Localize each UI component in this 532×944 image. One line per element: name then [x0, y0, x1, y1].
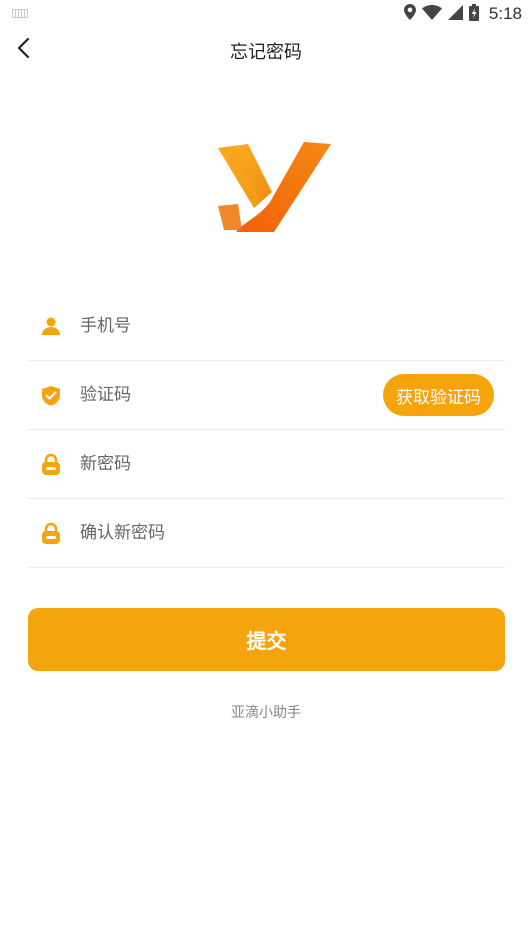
confirm-password-row: [28, 499, 505, 568]
title-bar: 忘记密码: [0, 28, 532, 72]
code-row: 获取验证码: [28, 361, 505, 430]
confirm-password-input[interactable]: [80, 523, 370, 543]
lock-icon: [40, 522, 62, 544]
code-input[interactable]: [80, 385, 370, 405]
shield-check-icon: [40, 384, 62, 406]
submit-button[interactable]: 提交: [28, 608, 505, 671]
keyboard-icon: [12, 9, 28, 18]
page-title: 忘记密码: [230, 42, 302, 63]
status-bar: 5:18: [0, 0, 532, 28]
y-logo-icon: [218, 142, 331, 232]
new-password-row: [28, 430, 505, 499]
wifi-icon: [421, 4, 442, 24]
footer-brand-text: 亚滴小助手: [231, 705, 301, 721]
status-time: 5:18: [488, 4, 522, 23]
lock-icon: [40, 453, 62, 475]
phone-input[interactable]: [80, 316, 370, 336]
app-logo: [214, 138, 334, 238]
get-code-button[interactable]: 获取验证码: [383, 374, 494, 416]
signal-icon: [447, 4, 463, 24]
status-icons: 5:18: [403, 3, 522, 25]
reset-password-form: 获取验证码: [28, 292, 505, 568]
new-password-input[interactable]: [80, 454, 370, 474]
phone-row: [28, 292, 505, 361]
location-icon: [403, 4, 416, 24]
person-icon: [40, 315, 62, 337]
battery-icon: [468, 3, 479, 25]
